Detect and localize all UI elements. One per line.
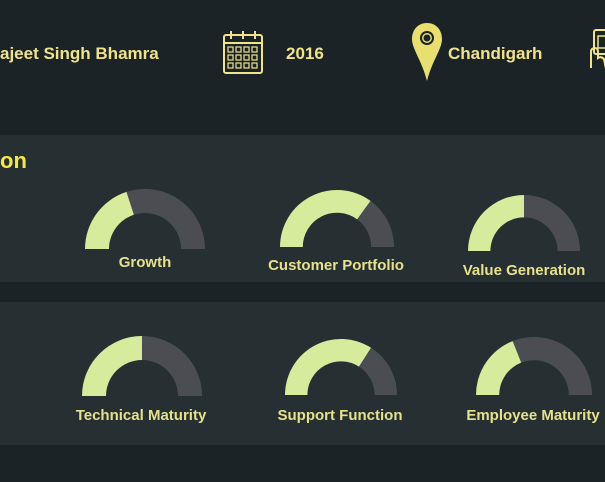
gauge-label-support-function: Support Function <box>277 407 403 424</box>
gauge-fill <box>468 195 524 251</box>
gauge-track <box>126 189 205 249</box>
year-value: 2016 <box>286 44 324 63</box>
gauge-value-generation <box>468 195 580 251</box>
gauge-fill <box>82 336 142 396</box>
panel-1-title: on <box>0 148 27 173</box>
gauge-track <box>512 337 592 395</box>
gauge-track <box>524 195 580 251</box>
user-name: ajeet Singh Bhamra <box>0 44 159 63</box>
gauge-fill <box>285 339 372 395</box>
gauge-label-growth: Growth <box>118 254 172 271</box>
gauge-fill <box>476 341 522 395</box>
location-value: Chandigarh <box>448 44 543 63</box>
gauge-customer-portfolio <box>280 190 394 247</box>
calendar-icon <box>222 30 266 81</box>
gauge-label-value-generation: Value Generation <box>462 262 586 279</box>
touch-device-icon <box>589 28 605 81</box>
gauge-employee-maturity <box>476 337 592 395</box>
gauge-fill <box>85 191 134 249</box>
gauge-fill <box>280 190 371 247</box>
gauge-label-employee-maturity: Employee Maturity <box>466 407 600 424</box>
gauge-support-function <box>285 339 397 395</box>
gauge-technical-maturity <box>82 336 202 396</box>
gauge-label-customer-portfolio: Customer Portfolio <box>268 257 404 274</box>
gauge-label-technical-maturity: Technical Maturity <box>75 407 207 424</box>
gauge-growth <box>85 189 205 249</box>
location-pin-icon <box>410 21 444 88</box>
gauge-track <box>142 336 202 396</box>
